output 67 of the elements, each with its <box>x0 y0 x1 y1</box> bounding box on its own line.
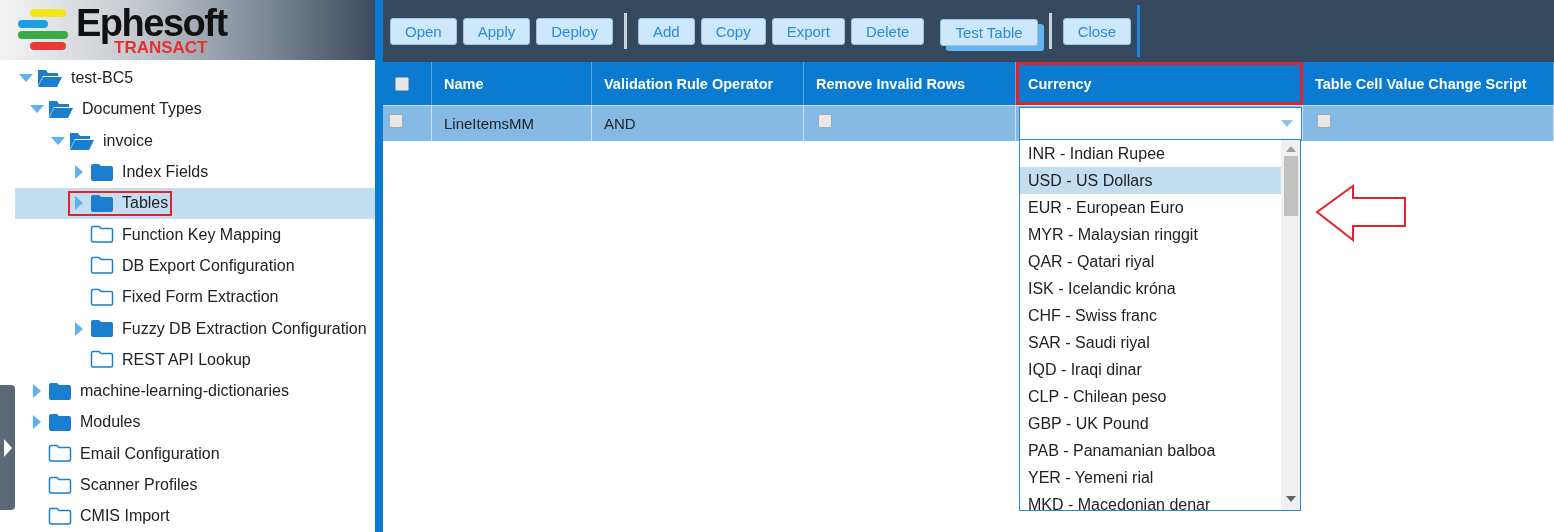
open-folder-icon <box>69 130 95 151</box>
tree-item[interactable]: machine-learning-dictionaries <box>15 375 375 407</box>
table-cell: LineItemsMM <box>432 105 592 141</box>
scrollbar[interactable] <box>1281 140 1300 510</box>
checkbox[interactable] <box>1317 114 1331 128</box>
tree-item[interactable]: Function Key Mapping <box>15 219 375 251</box>
tree-item[interactable]: Scanner Profiles <box>15 469 375 501</box>
scroll-down-icon[interactable] <box>1285 496 1296 502</box>
folder-icon <box>90 193 114 213</box>
tree-label: Email Configuration <box>80 444 220 463</box>
scroll-up-icon[interactable] <box>1285 146 1296 152</box>
tree-item[interactable]: invoice <box>15 125 375 157</box>
tree-item[interactable]: Index Fields <box>15 156 375 188</box>
column-header: Remove Invalid Rows <box>804 62 1016 105</box>
tree-item[interactable]: Fuzzy DB Extraction Configuration <box>15 312 375 345</box>
tree-label: Tables <box>122 194 169 213</box>
open-folder-icon <box>48 99 74 120</box>
empty-folder-icon <box>90 225 114 245</box>
tree-item[interactable]: DB Export Configuration <box>15 250 375 282</box>
tree-label: machine-learning-dictionaries <box>80 382 289 401</box>
folder-icon <box>48 381 72 401</box>
logo-stripes-icon <box>16 7 70 52</box>
tree-label: Index Fields <box>122 163 209 182</box>
tree-label: Fixed Form Extraction <box>122 288 279 307</box>
tree-item[interactable]: REST API Lookup <box>15 344 375 376</box>
dropdown-option[interactable]: USD - US Dollars <box>1020 167 1281 194</box>
tree-item[interactable]: test-BC5 <box>15 62 375 94</box>
caret-down-icon <box>1281 120 1293 127</box>
tree-item[interactable]: Tables <box>15 187 375 220</box>
empty-folder-icon <box>48 475 72 495</box>
tree-label: REST API Lookup <box>122 350 251 369</box>
tree-label: CMIS Import <box>80 507 170 526</box>
scroll-thumb[interactable] <box>1283 156 1298 216</box>
empty-folder-icon <box>90 350 114 370</box>
empty-folder-icon <box>90 256 114 276</box>
table-cell: AND <box>592 105 804 141</box>
tree-item[interactable]: Modules <box>15 406 375 439</box>
folder-icon <box>90 162 114 182</box>
tree-label: Modules <box>80 413 141 432</box>
panel-toggle-handle[interactable] <box>0 385 15 510</box>
tree-label: Document Types <box>82 100 202 119</box>
empty-folder-icon <box>48 506 72 526</box>
column-header: Table Cell Value Change Script <box>1303 62 1554 105</box>
logo-name: Ephesoft <box>76 3 227 42</box>
checkbox[interactable] <box>818 114 832 128</box>
column-header: Validation Rule Operator <box>592 62 804 105</box>
tree-label: Scanner Profiles <box>80 476 198 495</box>
caret-right-icon <box>3 438 12 457</box>
empty-folder-icon <box>90 287 114 307</box>
open-folder-icon <box>37 68 63 89</box>
column-header: Currency <box>1016 62 1303 105</box>
checkbox[interactable] <box>395 76 409 91</box>
tree-label: Function Key Mapping <box>122 225 282 244</box>
tree-item[interactable]: CMIS Import <box>15 500 375 532</box>
column-header: Name <box>432 62 592 105</box>
checkbox[interactable] <box>389 114 403 128</box>
currency-select[interactable] <box>1019 106 1302 141</box>
tree-item[interactable]: Document Types <box>15 93 375 126</box>
empty-folder-icon <box>48 444 72 464</box>
tree-label: DB Export Configuration <box>122 256 295 275</box>
tree-item[interactable]: Email Configuration <box>15 438 375 470</box>
folder-icon <box>90 319 114 339</box>
tree-label: invoice <box>103 131 153 150</box>
tree-label: test-BC5 <box>71 69 134 88</box>
tree-item[interactable]: Fixed Form Extraction <box>15 281 375 313</box>
folder-icon <box>48 412 72 432</box>
tree-label: Fuzzy DB Extraction Configuration <box>122 319 367 338</box>
